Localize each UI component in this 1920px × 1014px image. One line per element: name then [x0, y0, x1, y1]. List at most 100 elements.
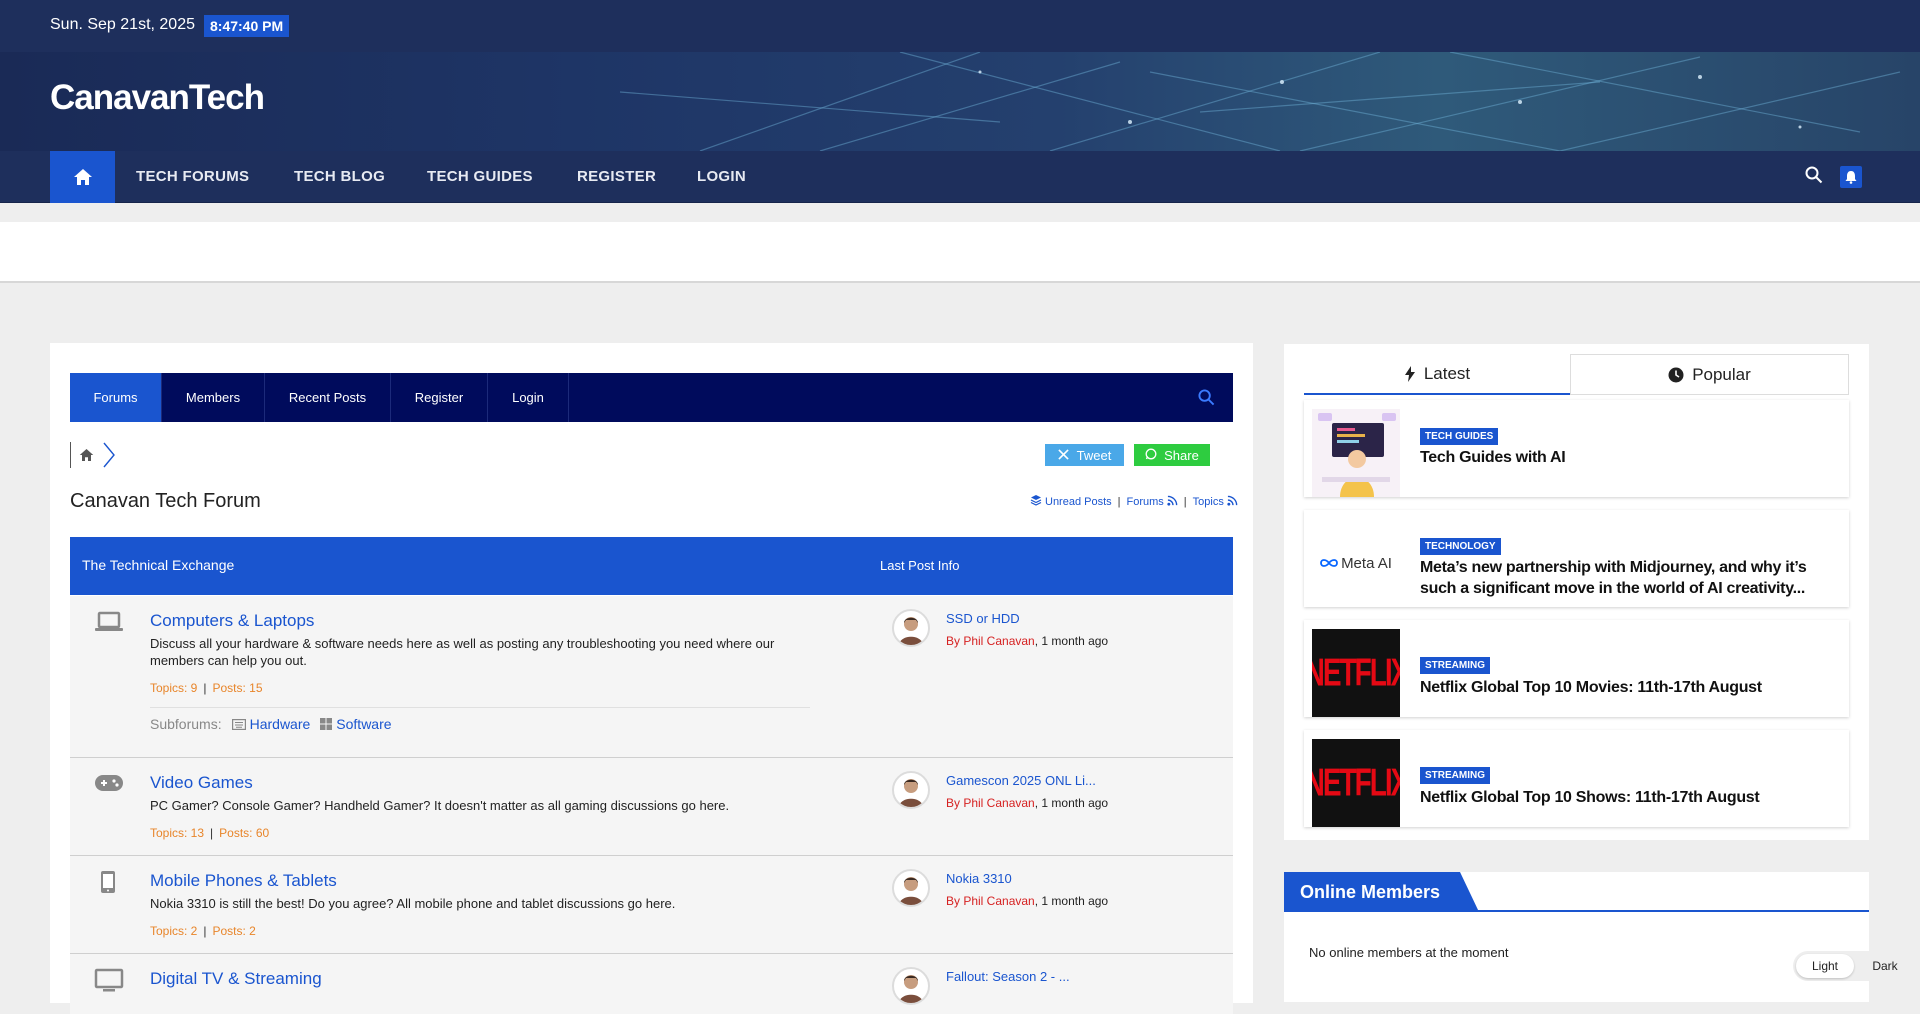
sidebar-post[interactable]: TECH GUIDES Tech Guides with AI: [1304, 400, 1849, 497]
last-post-by: By Phil Canavan, 1 month ago: [946, 634, 1108, 648]
last-post-title[interactable]: Fallout: Season 2 - ...: [946, 969, 1070, 984]
theme-toggle[interactable]: Light Dark: [1793, 951, 1911, 981]
last-post-time: , 1 month ago: [1034, 796, 1109, 810]
post-category-tag[interactable]: STREAMING: [1420, 767, 1490, 784]
post-category-tag[interactable]: STREAMING: [1420, 657, 1490, 674]
main-nav: TECH FORUMS TECH BLOG TECH GUIDES REGIST…: [0, 151, 1920, 203]
tab-popular[interactable]: Popular: [1570, 354, 1849, 395]
avatar[interactable]: [892, 967, 930, 1005]
light-mode-button[interactable]: Light: [1796, 954, 1854, 978]
post-title[interactable]: Netflix Global Top 10 Movies: 11th-17th …: [1420, 677, 1840, 698]
last-post-title[interactable]: Nokia 3310: [946, 871, 1012, 886]
header-banner: CanavanTech: [0, 52, 1920, 151]
subforum-software-label: Software: [336, 716, 392, 732]
keyboard-icon: [231, 718, 246, 730]
nav-tech-blog[interactable]: TECH BLOG: [294, 168, 385, 185]
tab-latest-label: Latest: [1423, 363, 1471, 383]
tab-members[interactable]: Members: [162, 373, 265, 422]
dark-mode-button[interactable]: Dark: [1863, 954, 1907, 978]
post-thumbnail[interactable]: NETFLIX: [1312, 739, 1400, 827]
forum-feed-links: Unread Posts | Forums | Topics: [1030, 494, 1238, 509]
tweet-label: Tweet: [1076, 447, 1112, 463]
forum-title-link[interactable]: Computers & Laptops: [150, 611, 314, 631]
sidebar-posts-widget: Latest Popular TECH GUIDES Tech Guides w…: [1284, 344, 1869, 840]
forum-row: Mobile Phones & Tablets Nokia 3310 is st…: [70, 856, 1233, 954]
subforum-divider: [150, 707, 810, 708]
last-post-author[interactable]: By Phil Canavan: [946, 894, 1035, 908]
notification-bell-icon[interactable]: [1840, 166, 1862, 188]
subforum-software[interactable]: Software: [320, 716, 392, 732]
forum-title-link[interactable]: Digital TV & Streaming: [150, 969, 322, 989]
post-thumbnail[interactable]: NETFLIX: [1312, 629, 1400, 717]
home-button[interactable]: [50, 151, 115, 203]
clock-icon: [1668, 367, 1684, 382]
post-title[interactable]: Tech Guides with AI: [1420, 447, 1840, 468]
avatar[interactable]: [892, 609, 930, 647]
post-thumbnail[interactable]: [1312, 409, 1400, 497]
avatar[interactable]: [892, 771, 930, 809]
gamepad-icon: [94, 772, 124, 799]
forum-panel: Forums Members Recent Posts Register Log…: [50, 343, 1253, 1014]
forum-row: Digital TV & Streaming Fallout: Season 2…: [70, 954, 1233, 1014]
tab-recent-posts[interactable]: Recent Posts: [265, 373, 391, 422]
forum-description: Nokia 3310 is still the best! Do you agr…: [150, 896, 676, 911]
post-title[interactable]: Meta’s new partnership with Midjourney, …: [1420, 557, 1840, 599]
post-category-tag[interactable]: TECH GUIDES: [1420, 428, 1499, 445]
topics-count: Topics: 2: [150, 924, 198, 938]
tab-popular-label: Popular: [1692, 364, 1751, 384]
meta-ai-logo: Meta AI: [1320, 555, 1392, 572]
stats-separator: |: [210, 826, 214, 840]
sidebar-post[interactable]: NETFLIX STREAMING Netflix Global Top 10 …: [1304, 620, 1849, 717]
last-post-title[interactable]: Gamescon 2025 ONL Li...: [946, 773, 1096, 788]
forum-title-link[interactable]: Video Games: [150, 773, 253, 793]
subforum-hardware[interactable]: Hardware: [231, 716, 310, 732]
forum-description: Discuss all your hardware & software nee…: [150, 636, 775, 668]
online-members-message: No online members at the moment: [1309, 945, 1509, 960]
last-post-title[interactable]: SSD or HDD: [946, 611, 1020, 626]
sidebar-post[interactable]: NETFLIX STREAMING Netflix Global Top 10 …: [1304, 730, 1849, 827]
last-post-author[interactable]: By Phil Canavan: [946, 634, 1035, 648]
whatsapp-share-button[interactable]: Share: [1134, 444, 1210, 466]
stats-separator: |: [203, 681, 207, 695]
sidebar-tabs: Latest Popular: [1304, 354, 1849, 395]
avatar[interactable]: [892, 869, 930, 907]
online-members-title: Online Members: [1284, 872, 1479, 912]
forum-row: Computers & Laptops Discuss all your har…: [70, 596, 1233, 758]
posts-count: Posts: 2: [212, 924, 256, 938]
site-logo[interactable]: CanavanTech: [50, 78, 265, 118]
category-title[interactable]: The Technical Exchange: [82, 557, 234, 573]
forum-search-icon[interactable]: [1198, 389, 1215, 411]
rss-icon[interactable]: [1167, 495, 1178, 509]
ad-strip: [0, 222, 1920, 283]
post-thumbnail[interactable]: Meta AI: [1312, 519, 1400, 607]
nav-tech-forums[interactable]: TECH FORUMS: [136, 168, 249, 185]
tweet-button[interactable]: Tweet: [1045, 444, 1124, 466]
search-icon[interactable]: [1805, 166, 1823, 189]
topics-count: Topics: 13: [150, 826, 205, 840]
tab-register[interactable]: Register: [391, 373, 488, 422]
forum-description: PC Gamer? Console Gamer? Handheld Gamer?…: [150, 798, 730, 813]
tab-latest[interactable]: Latest: [1304, 354, 1570, 395]
netflix-logo: NETFLIX: [1312, 760, 1400, 804]
nav-register[interactable]: REGISTER: [577, 168, 656, 185]
nav-tech-guides[interactable]: TECH GUIDES: [427, 168, 533, 185]
topics-rss-link[interactable]: Topics: [1193, 496, 1224, 508]
whatsapp-icon: [1145, 448, 1157, 463]
last-post-time: , 1 month ago: [1034, 894, 1109, 908]
forums-rss-link[interactable]: Forums: [1127, 496, 1164, 508]
online-members-widget: Online Members No online members at the …: [1284, 872, 1869, 1002]
tab-login[interactable]: Login: [488, 373, 569, 422]
post-category-tag[interactable]: TECHNOLOGY: [1420, 538, 1501, 555]
posts-count: Posts: 60: [219, 826, 270, 840]
sidebar-post[interactable]: Meta AI TECHNOLOGY Meta’s new partnershi…: [1304, 510, 1849, 607]
breadcrumb-home-icon[interactable]: [70, 442, 102, 468]
post-title[interactable]: Netflix Global Top 10 Shows: 11th-17th A…: [1420, 787, 1840, 808]
unread-posts-link[interactable]: Unread Posts: [1045, 496, 1112, 508]
forum-title-link[interactable]: Mobile Phones & Tablets: [150, 871, 337, 891]
last-post-author[interactable]: By Phil Canavan: [946, 796, 1035, 810]
rss-icon[interactable]: [1227, 495, 1238, 509]
tab-forums[interactable]: Forums: [70, 373, 162, 422]
nav-login[interactable]: LOGIN: [697, 168, 746, 185]
meta-infinity-icon: [1320, 559, 1338, 567]
forum-nav: Forums Members Recent Posts Register Log…: [70, 373, 1233, 422]
